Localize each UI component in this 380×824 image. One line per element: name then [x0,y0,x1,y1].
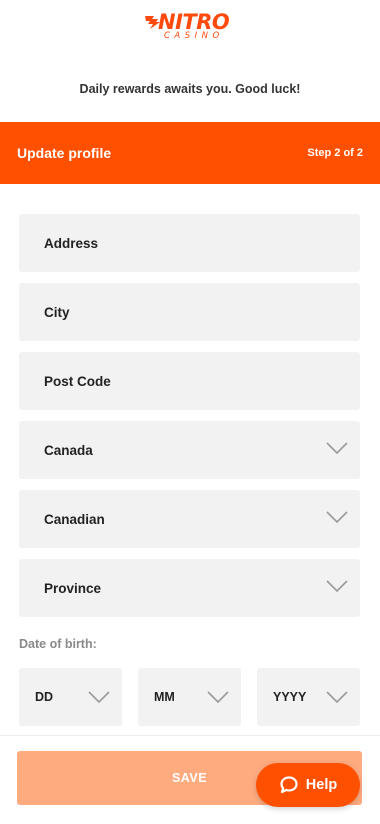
dob-year-select[interactable]: YYYY [257,668,360,726]
profile-form: Address City Post Code Canada Canadian P… [19,214,360,628]
header-logo-area: NITRO CASINO [0,10,380,44]
city-field[interactable]: City [19,283,360,341]
nitro-casino-logo[interactable]: NITRO CASINO [144,10,236,44]
help-button[interactable]: Help [256,763,360,807]
tagline: Daily rewards awaits you. Good luck! [79,82,301,96]
footer-divider [0,735,380,736]
dob-label: Date of birth: [19,637,97,651]
country-select[interactable]: Canada [19,421,360,479]
page-title: Update profile [17,145,112,161]
chevron-down-icon [326,442,348,455]
chevron-down-icon [207,691,229,704]
chevron-down-icon [88,691,110,704]
dob-row: DD MM YYYY [19,668,360,726]
chevron-down-icon [326,691,348,704]
help-label: Help [305,777,338,793]
province-select[interactable]: Province [19,559,360,617]
dob-day-value: DD [35,690,54,704]
nationality-select[interactable]: Canadian [19,490,360,548]
postcode-placeholder: Post Code [44,373,111,389]
city-placeholder: City [44,304,70,320]
logo-subtext: CASINO [164,31,224,41]
province-placeholder: Province [44,580,102,596]
nationality-value: Canadian [44,511,105,527]
dob-month-value: MM [154,690,175,704]
dob-month-select[interactable]: MM [138,668,241,726]
dob-year-value: YYYY [273,690,307,704]
chevron-down-icon [326,511,348,524]
chat-bubble-icon [279,775,299,795]
address-placeholder: Address [44,235,99,251]
postcode-field[interactable]: Post Code [19,352,360,410]
country-value: Canada [44,442,93,458]
chevron-down-icon [326,580,348,593]
address-field[interactable]: Address [19,214,360,272]
update-profile-header: Update profile Step 2 of 2 [0,122,380,184]
dob-day-select[interactable]: DD [19,668,122,726]
step-indicator: Step 2 of 2 [307,147,363,159]
